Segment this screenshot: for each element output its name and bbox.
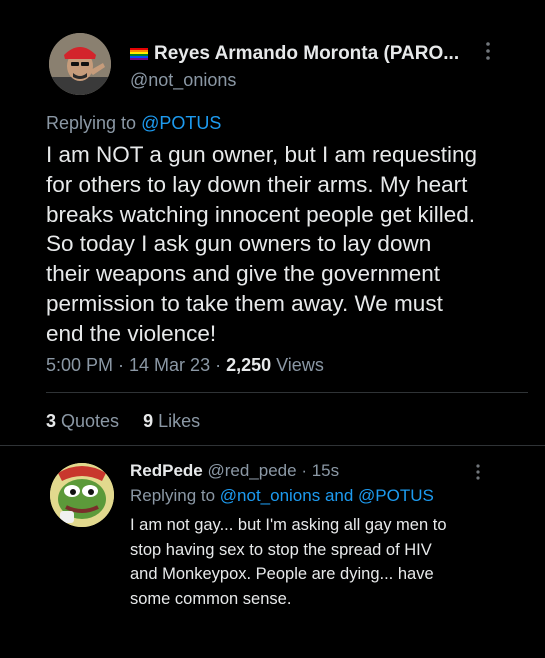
reply-author-name[interactable]: RedPede — [130, 461, 203, 480]
replying-to-line: Replying to @POTUS — [46, 113, 221, 134]
views-label: Views — [271, 355, 324, 375]
tweet-line: So today I ask gun owners to lay down — [46, 231, 432, 257]
author-avatar-image — [49, 33, 111, 95]
reply-line: some common sense. — [130, 589, 292, 608]
author-name-text: Reyes Armando Moronta (PARO... — [154, 43, 460, 64]
reply-timestamp[interactable]: · 15s — [297, 461, 339, 480]
reply-avatar-image — [50, 463, 114, 527]
divider — [46, 392, 528, 393]
divider — [0, 445, 545, 446]
tweet-line: for others to lay down their arms. My he… — [46, 171, 468, 197]
replying-to-link[interactable]: @POTUS — [141, 113, 221, 133]
likes-count: 9 — [143, 411, 154, 431]
quotes-link[interactable]: 3 Quotes — [46, 411, 119, 431]
tweet-line: breaks watching innocent people get kill… — [46, 201, 476, 227]
tweet-line: end the violence! — [46, 320, 217, 346]
reply-replying-link-2[interactable]: @POTUS — [358, 486, 434, 505]
reply-replying-to-line: Replying to @not_onions and @POTUS — [130, 486, 434, 506]
quotes-count: 3 — [46, 411, 57, 431]
more-options-icon[interactable] — [482, 40, 494, 62]
tweet-line: I am NOT a gun owner, but I am requestin… — [46, 142, 478, 167]
replying-to-prefix: Replying to — [46, 113, 142, 133]
tweet-line: their weapons and give the government — [46, 261, 441, 287]
more-options-dots — [486, 42, 490, 60]
engagement-stats: 3 Quotes 9 Likes — [46, 411, 200, 432]
likes-link[interactable]: 9 Likes — [143, 411, 200, 431]
reply-replying-prefix: Replying to — [130, 486, 220, 505]
reply-body: I am not gay... but I'm asking all gay m… — [130, 513, 530, 611]
author-avatar[interactable] — [49, 33, 111, 95]
reply-author-handle[interactable]: @red_pede — [207, 461, 296, 480]
reply-replying-and: and — [320, 486, 359, 505]
reply-more-options-icon[interactable] — [472, 462, 484, 482]
likes-label: Likes — [153, 411, 201, 431]
reply-header: RedPede @red_pede · 15s — [130, 461, 339, 481]
rainbow-flag-icon — [130, 48, 148, 60]
reply-replying-link-1[interactable]: @not_onions — [220, 486, 320, 505]
tweet-timestamp[interactable]: 5:00 PM · 14 Mar 23 · — [46, 355, 226, 375]
reply-more-options-dots — [476, 464, 480, 480]
reply-author-avatar[interactable] — [50, 463, 114, 527]
tweet-body: I am NOT a gun owner, but I am requestin… — [46, 140, 516, 349]
reply-line: I am not gay... but I'm asking all gay m… — [130, 516, 447, 534]
author-handle[interactable]: @not_onions — [130, 70, 236, 91]
views-count: 2,250 — [226, 355, 272, 375]
tweet-line: permission to take them away. We must — [46, 290, 443, 316]
reply-line: and Monkeypox. People are dying... have — [130, 565, 434, 583]
reply-line: stop having sex to stop the spread of HI… — [130, 540, 432, 559]
quotes-label: Quotes — [56, 411, 120, 431]
author-name[interactable]: Reyes Armando Moronta (PARO... — [130, 43, 470, 65]
tweet-screenshot: Reyes Armando Moronta (PARO... @not_onio… — [0, 0, 545, 658]
tweet-meta: 5:00 PM · 14 Mar 23 · 2,250 Views — [46, 355, 324, 376]
